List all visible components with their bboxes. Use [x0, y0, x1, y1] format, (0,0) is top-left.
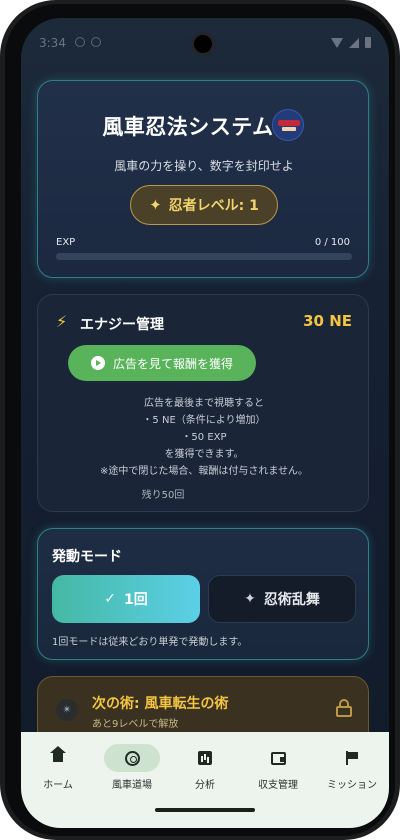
- nav-item-home[interactable]: ホーム: [21, 744, 95, 794]
- nav-label: 収支管理: [258, 780, 298, 791]
- ninja-avatar-icon: [272, 109, 304, 141]
- play-icon: [90, 356, 105, 370]
- nav-item-mission[interactable]: ミッション: [315, 744, 389, 794]
- notice-line: 広告を最後まで視聴すると: [144, 398, 264, 409]
- mode-title: 発動モード: [52, 549, 122, 565]
- activation-mode-card: 発動モード ✓ 1回 ✦ 忍術乱舞 1回モードは従来どおり単発で発動します。: [37, 528, 369, 660]
- nav-item-analysis[interactable]: 分析: [168, 744, 242, 794]
- ninja-system-card: 風車忍法システム 風車の力を操り、数字を封印せよ ✦ 忍者レベル: 1 EXP …: [37, 80, 369, 278]
- wifi-icon: [331, 37, 343, 48]
- nav-label: ホーム: [43, 780, 73, 791]
- gesture-home-bar[interactable]: [155, 808, 255, 812]
- sync-icon: [91, 37, 101, 47]
- flag-icon: [345, 751, 359, 765]
- chart-icon: [198, 751, 212, 765]
- home-icon: [50, 746, 66, 764]
- mode-note: 1回モードは従来どおり単発で発動します。: [52, 637, 248, 648]
- nav-item-dojo[interactable]: 風車道場: [95, 744, 169, 794]
- nav-label: 風車道場: [112, 780, 152, 791]
- status-bar: 3:34: [21, 18, 389, 68]
- sparkle-icon: ✦: [244, 591, 256, 607]
- mode-once-button[interactable]: ✓ 1回: [52, 575, 200, 623]
- pinwheel-icon: [124, 750, 140, 766]
- watch-ad-label: 広告を見て報酬を獲得: [112, 356, 233, 371]
- notice-line: を獲得できます。: [164, 449, 244, 460]
- bottom-navigation: ホーム 風車道場 分析 収支管理 ミッション: [21, 732, 389, 828]
- mode-multi-button[interactable]: ✦ 忍術乱舞: [208, 575, 356, 623]
- energy-value: 30 NE: [303, 312, 352, 330]
- watch-ad-button[interactable]: 広告を見て報酬を獲得: [68, 345, 256, 381]
- ninja-level-badge: ✦ 忍者レベル: 1: [130, 185, 278, 225]
- app-screen: 3:34 風車忍法システム 風車の力を操り、数字を封印せよ ✦ 忍者レベル: 1…: [21, 18, 389, 828]
- nav-label: 分析: [195, 780, 215, 791]
- battery-icon: [365, 37, 371, 48]
- lock-icon: [336, 699, 352, 717]
- energy-title: エナジー管理: [80, 317, 164, 333]
- exp-label: EXP: [56, 237, 76, 248]
- shuriken-icon: ✴: [56, 699, 78, 721]
- status-time: 3:34: [39, 36, 66, 50]
- status-notification-icons: [75, 37, 101, 47]
- mode-once-label: 1回: [123, 592, 148, 608]
- notice-line: ※途中で閉じた場合、報酬は付与されません。: [99, 466, 309, 477]
- wallet-icon: [270, 751, 286, 765]
- notice-line: ・5 NE（条件により増加）: [142, 415, 266, 426]
- sparkle-icon: ✦: [149, 196, 162, 214]
- nav-label: ミッション: [327, 780, 377, 791]
- notification-icon: [75, 37, 85, 47]
- phone-frame: 3:34 風車忍法システム 風車の力を操り、数字を封印せよ ✦ 忍者レベル: 1…: [0, 0, 400, 840]
- signal-icon: [349, 37, 359, 48]
- check-icon: ✓: [104, 591, 116, 607]
- remaining-count: 残り50回: [141, 490, 185, 501]
- ninja-level-label: 忍者レベル: 1: [168, 198, 259, 214]
- exp-progress-bar: [56, 253, 352, 260]
- exp-value: 0 / 100: [314, 237, 350, 248]
- energy-card: ⚡ エナジー管理 30 NE 広告を見て報酬を獲得 広告を最後まで視聴すると ・…: [37, 294, 369, 512]
- front-camera: [191, 32, 215, 56]
- notice-line: ・50 EXP: [181, 432, 227, 443]
- page-subtitle: 風車の力を操り、数字を封印せよ: [114, 159, 294, 173]
- phone-bezel: 3:34 風車忍法システム 風車の力を操り、数字を封印せよ ✦ 忍者レベル: 1…: [5, 4, 395, 836]
- ad-reward-notice: 広告を最後まで視聴すると ・5 NE（条件により増加） ・50 EXP を獲得で…: [38, 395, 370, 480]
- next-skill-subtitle: あと9レベルで解放: [92, 719, 179, 730]
- next-skill-title: 次の術: 風車転生の術: [92, 696, 229, 712]
- mode-multi-label: 忍術乱舞: [263, 592, 320, 608]
- lightning-icon: ⚡: [56, 312, 68, 331]
- nav-item-finance[interactable]: 収支管理: [241, 744, 315, 794]
- status-system-icons: [331, 37, 371, 48]
